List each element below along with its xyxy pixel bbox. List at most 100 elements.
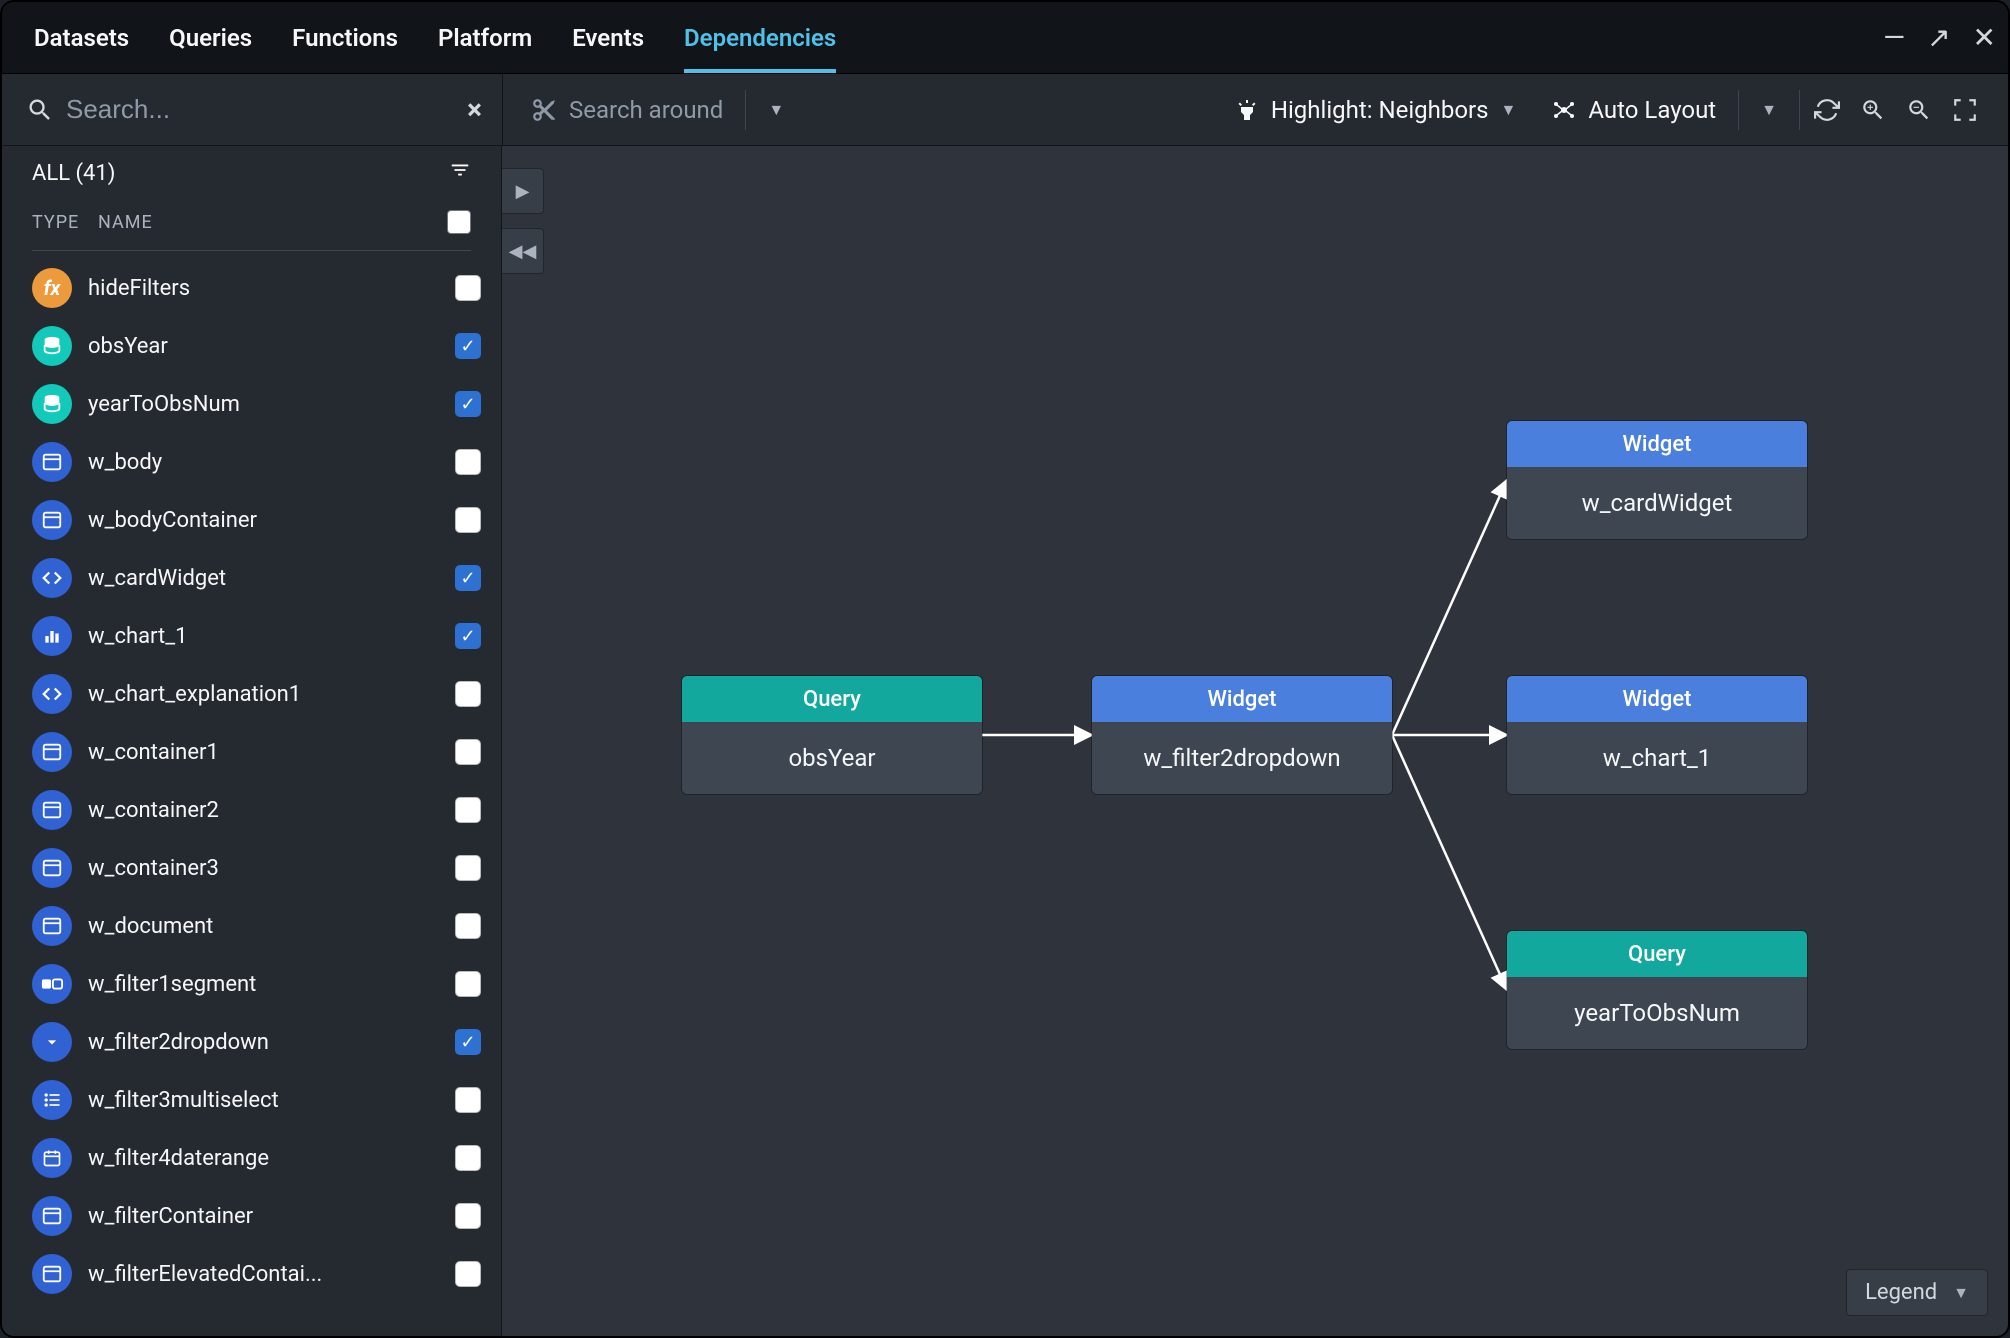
close-icon[interactable]: ✕: [1973, 24, 1996, 52]
list-item-checkbox[interactable]: ✓: [455, 333, 481, 359]
panel-icon: [32, 906, 72, 946]
tab-platform[interactable]: Platform: [438, 2, 532, 73]
node-type-label: Widget: [1507, 421, 1807, 467]
list-item-checkbox[interactable]: ✓: [455, 1029, 481, 1055]
zoom-in-button[interactable]: [1850, 87, 1896, 133]
list-item-checkbox[interactable]: [455, 275, 481, 301]
collapse-panel-button[interactable]: ◀◀: [502, 228, 544, 274]
highlight-icon: [1235, 98, 1259, 122]
list-item[interactable]: w_chart_explanation1: [32, 665, 481, 723]
graph-node-w_chart_1[interactable]: Widgetw_chart_1: [1507, 676, 1807, 794]
tab-functions[interactable]: Functions: [292, 2, 398, 73]
list-item[interactable]: fxhideFilters: [32, 259, 481, 317]
list-item-checkbox[interactable]: [455, 971, 481, 997]
select-all-checkbox[interactable]: [447, 210, 471, 234]
panel-icon: [32, 442, 72, 482]
tab-events[interactable]: Events: [572, 2, 644, 73]
layout-icon: [1552, 98, 1576, 122]
list-item-label: obsYear: [88, 334, 439, 359]
list-item[interactable]: w_chart_1✓: [32, 607, 481, 665]
panel-icon: [32, 1196, 72, 1236]
search-input[interactable]: [66, 94, 467, 125]
maximize-icon[interactable]: ↗: [1927, 24, 1950, 52]
list-item-checkbox[interactable]: ✓: [455, 565, 481, 591]
list-item[interactable]: w_container2: [32, 781, 481, 839]
zoom-out-button[interactable]: [1896, 87, 1942, 133]
list-item-label: w_filter2dropdown: [88, 1030, 439, 1055]
top-tabs: Datasets Queries Functions Platform Events De…: [2, 2, 2008, 74]
list-item-checkbox[interactable]: [455, 1087, 481, 1113]
list-item-checkbox[interactable]: [455, 913, 481, 939]
code-icon: [32, 558, 72, 598]
list-item-checkbox[interactable]: [455, 1145, 481, 1171]
list-item[interactable]: w_container1: [32, 723, 481, 781]
db-icon: [32, 384, 72, 424]
legend-label: Legend: [1865, 1280, 1937, 1305]
list-item-checkbox[interactable]: [455, 681, 481, 707]
panel-icon: [32, 1254, 72, 1294]
list-item[interactable]: w_cardWidget✓: [32, 549, 481, 607]
tab-queries[interactable]: Queries: [169, 2, 252, 73]
sidebar-header: ALL (41): [2, 146, 501, 200]
graph-node-w_filter2dropdown[interactable]: Widgetw_filter2dropdown: [1092, 676, 1392, 794]
node-name-label: obsYear: [682, 722, 982, 794]
refresh-button[interactable]: [1804, 87, 1850, 133]
list-item[interactable]: w_body: [32, 433, 481, 491]
panel-icon: [32, 500, 72, 540]
chevron-down-icon: ▼: [1953, 1283, 1969, 1303]
list-item[interactable]: obsYear ✓: [32, 317, 481, 375]
list-item-checkbox[interactable]: ✓: [455, 623, 481, 649]
list-item-label: w_filterElevatedContai...: [88, 1262, 439, 1287]
list-item-label: w_filter3multiselect: [88, 1088, 439, 1113]
list-item-label: yearToObsNum: [88, 392, 439, 417]
list-item-checkbox[interactable]: [455, 1261, 481, 1287]
list-item-checkbox[interactable]: [455, 1203, 481, 1229]
list-item-checkbox[interactable]: [455, 797, 481, 823]
graph-node-w_cardWidget[interactable]: Widgetw_cardWidget: [1507, 421, 1807, 539]
list-item[interactable]: w_filterContainer: [32, 1187, 481, 1245]
minimize-icon[interactable]: ―: [1883, 24, 1905, 52]
chevron-down-icon: ▼: [768, 100, 784, 120]
node-name-label: w_filter2dropdown: [1092, 722, 1392, 794]
node-name-label: w_chart_1: [1507, 722, 1807, 794]
tab-datasets[interactable]: Datasets: [34, 2, 129, 73]
auto-layout-dropdown[interactable]: ▼: [1743, 86, 1795, 134]
list-item[interactable]: yearToObsNum ✓: [32, 375, 481, 433]
graph-node-obsYear[interactable]: QueryobsYear: [682, 676, 982, 794]
list-item-checkbox[interactable]: ✓: [455, 391, 481, 417]
sidebar-list[interactable]: fxhideFilters obsYear ✓ yearToObsNum ✓ w_body…: [2, 259, 501, 1336]
fit-button[interactable]: [1942, 87, 1988, 133]
list-item-label: hideFilters: [88, 276, 439, 301]
list-item-checkbox[interactable]: [455, 739, 481, 765]
list-item-label: w_filter1segment: [88, 972, 439, 997]
expand-panel-button[interactable]: ▶: [502, 168, 544, 214]
calendar-icon: [32, 1138, 72, 1178]
list-item[interactable]: w_filterElevatedContai...: [32, 1245, 481, 1303]
auto-layout-button[interactable]: Auto Layout: [1534, 86, 1734, 134]
list-item[interactable]: w_filter3multiselect: [32, 1071, 481, 1129]
highlight-label: Highlight: Neighbors: [1271, 96, 1489, 124]
tab-dependencies[interactable]: Dependencies: [684, 2, 836, 73]
clear-search-icon[interactable]: ×: [467, 93, 482, 126]
window-controls: ― ↗ ✕: [1883, 24, 1996, 52]
list-item[interactable]: w_bodyContainer: [32, 491, 481, 549]
list-item[interactable]: w_filter2dropdown ✓: [32, 1013, 481, 1071]
list-item-checkbox[interactable]: [455, 449, 481, 475]
fullscreen-icon: [1952, 97, 1978, 123]
highlight-button[interactable]: Highlight: Neighbors ▼: [1217, 86, 1535, 134]
canvas[interactable]: ▶ ◀◀ Legend ▼ QueryobsYearWidgetw_filter…: [502, 146, 2008, 1336]
list-item-checkbox[interactable]: [455, 507, 481, 533]
list-item-checkbox[interactable]: [455, 855, 481, 881]
list-item[interactable]: w_filter1segment: [32, 955, 481, 1013]
list-item[interactable]: w_container3: [32, 839, 481, 897]
list-item[interactable]: w_filter4daterange: [32, 1129, 481, 1187]
legend-button[interactable]: Legend ▼: [1846, 1269, 1988, 1316]
col-name-label: NAME: [98, 212, 447, 233]
graph-node-yearToObsNum[interactable]: QueryyearToObsNum: [1507, 931, 1807, 1049]
divider: [1799, 90, 1800, 130]
divider: [745, 90, 746, 130]
search-around-dropdown[interactable]: ▼: [750, 86, 802, 134]
list-item[interactable]: w_document: [32, 897, 481, 955]
search-around-button[interactable]: Search around: [513, 86, 741, 134]
filter-icon[interactable]: [449, 159, 471, 187]
